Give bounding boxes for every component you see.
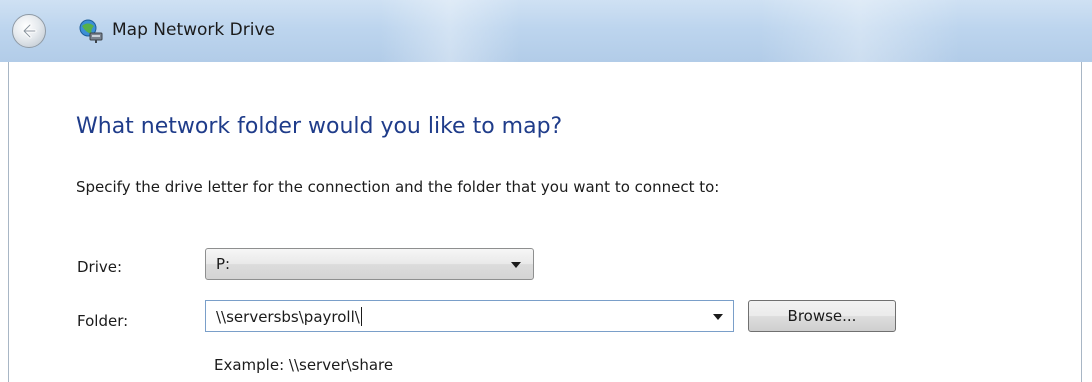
folder-input-text: \\serversbs\payroll\ (216, 308, 360, 326)
drive-select-value: P: (216, 255, 231, 273)
chevron-down-icon[interactable] (713, 314, 723, 320)
back-arrow-icon (22, 23, 37, 39)
drive-select[interactable]: P: (205, 248, 534, 280)
chevron-down-icon[interactable] (511, 262, 521, 268)
drive-label: Drive: (77, 258, 123, 276)
example-text: Example: \\server\share (214, 356, 394, 374)
text-caret (360, 307, 362, 326)
folder-input[interactable]: \\serversbs\payroll\ (205, 300, 734, 332)
browse-button[interactable]: Browse... (748, 300, 896, 332)
window-title: Map Network Drive (112, 20, 275, 40)
folder-label: Folder: (77, 312, 129, 330)
page-heading: What network folder would you like to ma… (76, 114, 563, 139)
map-network-drive-window: Map Network Drive What network folder wo… (0, 0, 1092, 382)
network-drive-icon (79, 19, 103, 43)
instructions-text: Specify the drive letter for the connect… (76, 178, 720, 196)
folder-input-value: \\serversbs\payroll\ (216, 307, 362, 326)
dialog-content: What network folder would you like to ma… (8, 62, 1082, 382)
title-bar: Map Network Drive (0, 0, 1092, 62)
title-bar-glass-streak (760, 0, 960, 62)
title-bar-glass-streak (380, 0, 520, 62)
back-button[interactable] (12, 14, 46, 48)
